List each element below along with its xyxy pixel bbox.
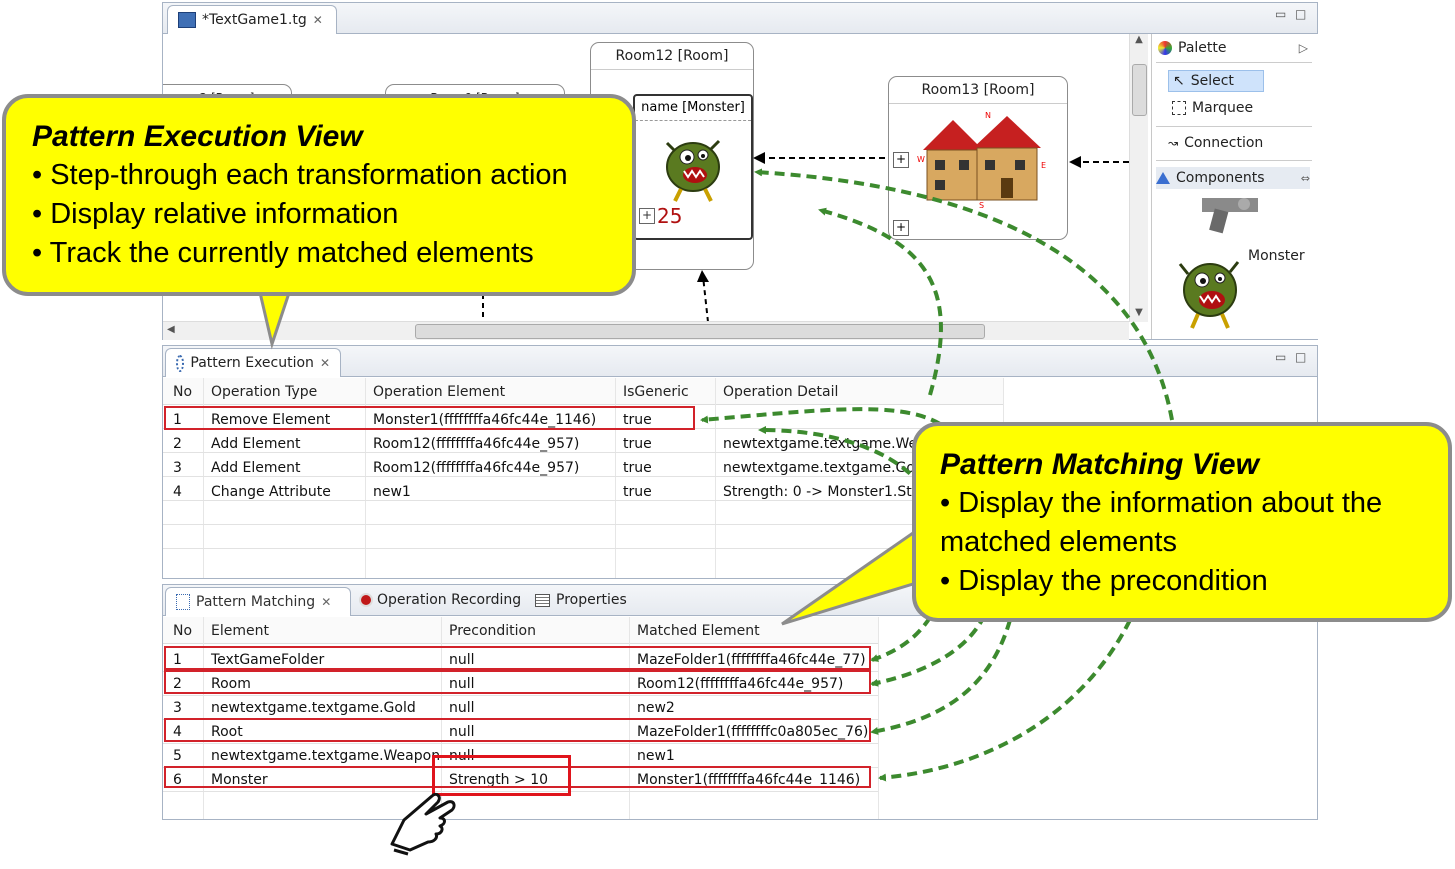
callout-bullet: • Step-through each transformation actio… [32,159,568,191]
hand-pointer-icon [390,792,456,856]
matching-callout: Pattern Matching View • Display the info… [912,422,1452,622]
execution-callout: Pattern Execution View • Step-through ea… [2,94,636,296]
callout-bullet: • Display the information about the [940,487,1383,519]
callout-bullet: • Display the precondition [940,565,1268,597]
callout-title: Pattern Execution View [32,120,363,153]
callout-bullet: • Track the currently matched elements [32,237,534,269]
callout-bullet: • Display relative information [32,198,399,230]
callout-bullet: matched elements [940,526,1177,558]
callout-title: Pattern Matching View [940,448,1259,481]
